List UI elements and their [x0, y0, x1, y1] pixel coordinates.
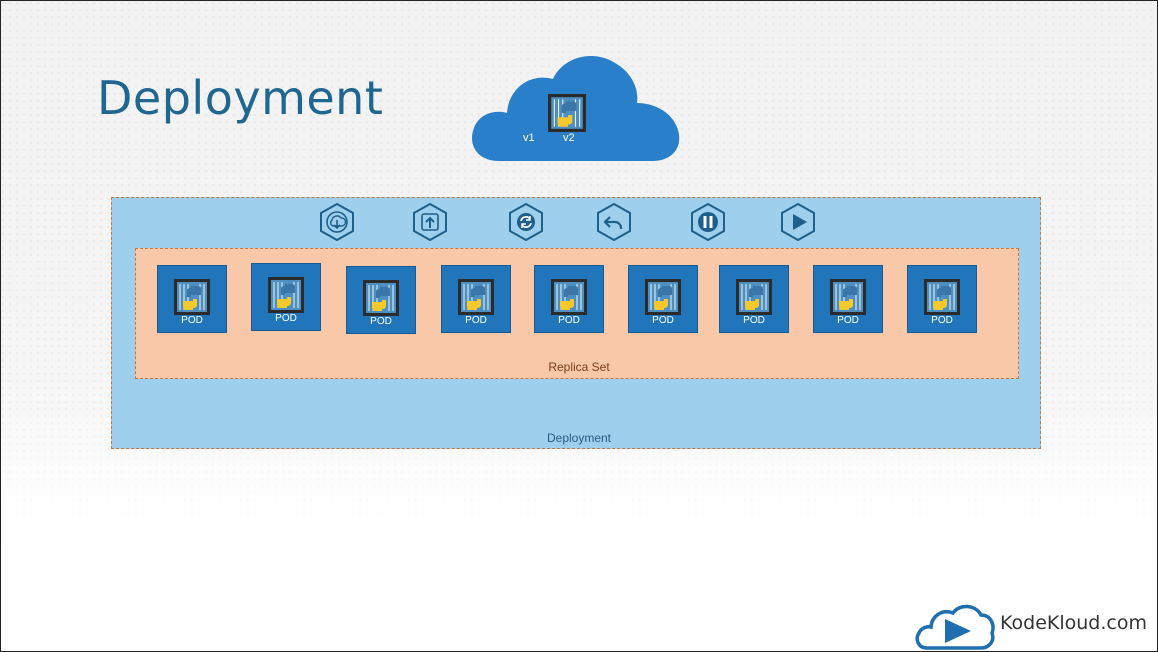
- container-image-icon: [268, 277, 304, 313]
- slide: Deployment v1 v2 Deployment Replica Set …: [0, 0, 1158, 652]
- container-image-icon: [458, 279, 494, 315]
- container-image-icon: [363, 280, 399, 316]
- pod-label: POD: [931, 315, 953, 326]
- upgrade-icon[interactable]: [412, 203, 448, 241]
- pod[interactable]: POD: [907, 265, 977, 333]
- pod-label: POD: [558, 315, 580, 326]
- pod-label: POD: [275, 313, 297, 324]
- pod-label: POD: [837, 315, 859, 326]
- pod[interactable]: POD: [719, 265, 789, 333]
- refresh-icon[interactable]: [508, 203, 544, 241]
- download-icon[interactable]: [319, 203, 355, 241]
- undo-icon[interactable]: [596, 203, 632, 241]
- pod-label: POD: [181, 315, 203, 326]
- container-image-icon: [174, 279, 210, 315]
- page-title: Deployment: [97, 71, 384, 125]
- pod[interactable]: POD: [813, 265, 883, 333]
- pod[interactable]: POD: [628, 265, 698, 333]
- pod-label: POD: [743, 315, 765, 326]
- container-image-icon: [924, 279, 960, 315]
- container-image-icon: [736, 279, 772, 315]
- pod[interactable]: POD: [346, 266, 416, 334]
- container-image-icon: [830, 279, 866, 315]
- container-image-icon: [548, 94, 586, 132]
- version-label-v2: v2: [563, 132, 575, 144]
- container-image-icon: [551, 279, 587, 315]
- pause-icon[interactable]: [690, 203, 726, 241]
- pod-label: POD: [370, 316, 392, 327]
- container-image-icon: [645, 279, 681, 315]
- pod[interactable]: POD: [251, 263, 321, 331]
- deployment-label: Deployment: [546, 431, 612, 445]
- replica-set-label: Replica Set: [548, 360, 610, 374]
- pod[interactable]: POD: [157, 265, 227, 333]
- brand-name: KodeKloud.com: [1000, 612, 1147, 634]
- pod[interactable]: POD: [441, 265, 511, 333]
- play-icon[interactable]: [780, 203, 816, 241]
- pod-label: POD: [652, 315, 674, 326]
- pod-label: POD: [465, 315, 487, 326]
- pod[interactable]: POD: [534, 265, 604, 333]
- version-label-v1: v1: [523, 132, 535, 144]
- kodekloud-logo-icon: [915, 604, 995, 650]
